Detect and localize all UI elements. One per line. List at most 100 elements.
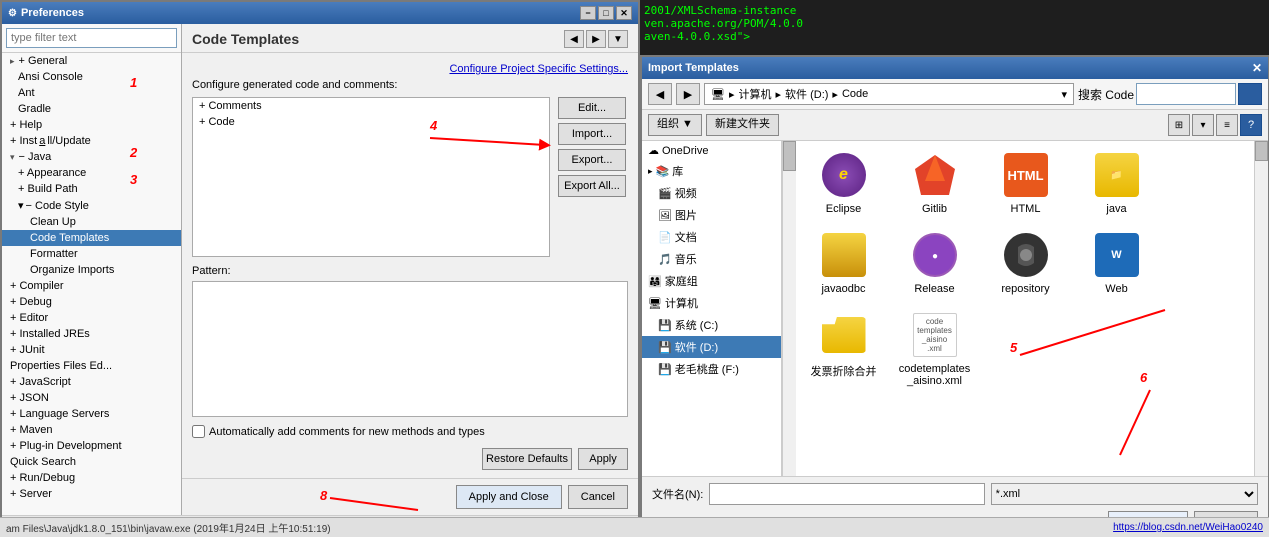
pattern-area[interactable] — [192, 281, 628, 417]
file-item-html[interactable]: HTML HTML — [988, 151, 1063, 215]
apply-button[interactable]: Apply — [578, 448, 628, 470]
details-view-button[interactable]: ≡ — [1216, 114, 1238, 136]
filetype-select[interactable]: *.xml — [991, 483, 1258, 505]
import-titlebar: Import Templates ✕ — [642, 57, 1268, 79]
tree-item-ant[interactable]: Ant — [2, 85, 181, 101]
file-item-java[interactable]: 📁 java — [1079, 151, 1154, 215]
tree-item-installed-jres[interactable]: + Installed JREs — [2, 326, 181, 342]
import-close-button[interactable]: ✕ — [1252, 61, 1262, 75]
tree-item-ansi[interactable]: Ansi Console — [2, 69, 181, 85]
tree-item-java[interactable]: ▾− Java — [2, 149, 181, 165]
expand-icon-code-style: ▾ — [18, 199, 24, 212]
file-item-invoice[interactable]: 发票折除合并 — [806, 311, 881, 387]
file-label-html: HTML — [1011, 203, 1041, 215]
tree-item-javascript[interactable]: + JavaScript — [2, 374, 181, 390]
tree-item-build-path[interactable]: + Build Path — [2, 181, 181, 197]
nav-back-button[interactable]: ◀ — [648, 83, 672, 105]
auto-check-input[interactable] — [192, 425, 205, 438]
folder-scrollbar[interactable] — [782, 141, 796, 476]
folder-doc[interactable]: 📄 文档 — [642, 226, 781, 248]
minimize-button[interactable]: − — [580, 6, 596, 20]
tree-item-appearance[interactable]: + Appearance — [2, 165, 181, 181]
forward-button[interactable]: ▶ — [586, 30, 606, 48]
tree-item-compiler[interactable]: + Compiler — [2, 278, 181, 294]
breadcrumb-bar: 🖥 ▸ 计算机 ▸ 软件 (D:) ▸ Code ▾ — [704, 83, 1074, 105]
tree-item-editor[interactable]: + Editor — [2, 310, 181, 326]
tree-item-server[interactable]: + Server — [2, 486, 181, 502]
search-button[interactable] — [1238, 83, 1262, 105]
tree-item-language-servers[interactable]: + Language Servers — [2, 406, 181, 422]
restore-defaults-button[interactable]: Restore Defaults — [482, 448, 572, 470]
tree-item-clean-up[interactable]: Clean Up — [2, 214, 181, 230]
import-body: ☁ OneDrive ▸📚 库 🎬 视频 🖼 图片 📄 文档 🎵 音乐 👨‍👩‍… — [642, 141, 1268, 476]
auto-check-label: Automatically add comments for new metho… — [209, 426, 485, 438]
tree-item-organize-imports[interactable]: Organize Imports — [2, 262, 181, 278]
tree-item-properties[interactable]: Properties Files Ed... — [2, 358, 181, 374]
tree-item-formatter[interactable]: Formatter — [2, 246, 181, 262]
tree-item-code-templates[interactable]: Code Templates — [2, 230, 181, 246]
file-item-gitlib[interactable]: Gitlib — [897, 151, 972, 215]
close-button[interactable]: ✕ — [616, 6, 632, 20]
folder-system-c[interactable]: 💾 系统 (C:) — [642, 314, 781, 336]
status-link[interactable]: https://blog.csdn.net/WeiHao0240 — [1113, 522, 1263, 533]
nav-menu-button[interactable]: ▼ — [608, 30, 628, 48]
tree-item-code-style[interactable]: ▾− Code Style — [2, 197, 181, 214]
file-item-xml[interactable]: codetemplates_aisino.xml codetemplates_a… — [897, 311, 972, 387]
folder-homegroup[interactable]: 👨‍👩‍👧 家庭组 — [642, 270, 781, 292]
export-all-button[interactable]: Export All... — [558, 175, 626, 197]
tree-item-quick-search[interactable]: Quick Search — [2, 454, 181, 470]
export-button[interactable]: Export... — [558, 149, 626, 171]
cancel-button[interactable]: Cancel — [568, 485, 628, 509]
tree-item-help[interactable]: + Help — [2, 117, 181, 133]
file-label-repository: repository — [1001, 283, 1049, 295]
templates-area: + Comments + Code Edit... Import... Expo… — [192, 97, 628, 257]
folder-usb-f[interactable]: 💾 老毛桃盘 (F:) — [642, 358, 781, 380]
template-item-code[interactable]: + Code — [193, 114, 549, 130]
file-item-eclipse[interactable]: e Eclipse — [806, 151, 881, 215]
folder-onedrive[interactable]: ☁ OneDrive — [642, 141, 781, 160]
tree-item-json[interactable]: + JSON — [2, 390, 181, 406]
import-button[interactable]: Import... — [558, 123, 626, 145]
tree-item-debug[interactable]: + Debug — [2, 294, 181, 310]
tree-item-run-debug[interactable]: + Run/Debug — [2, 470, 181, 486]
back-button[interactable]: ◀ — [564, 30, 584, 48]
new-folder-button[interactable]: 新建文件夹 — [706, 114, 779, 136]
dialog-help-button[interactable]: ? — [1240, 114, 1262, 136]
tree-item-general[interactable]: ▸+ General — [2, 53, 181, 69]
folder-video[interactable]: 🎬 视频 — [642, 182, 781, 204]
folder-lib[interactable]: ▸📚 库 — [642, 160, 781, 182]
folder-computer[interactable]: 🖥 计算机 — [642, 292, 781, 314]
file-item-javaodbc[interactable]: javaodbc — [806, 231, 881, 295]
edit-button[interactable]: Edit... — [558, 97, 626, 119]
folder-soft-d[interactable]: 💾 软件 (D:) — [642, 336, 781, 358]
file-item-web[interactable]: W Web — [1079, 231, 1154, 295]
content-title: Code Templates — [192, 31, 299, 47]
file-label-javaodbc: javaodbc — [821, 283, 865, 295]
preferences-icon: ⚙ — [8, 8, 17, 19]
file-item-release[interactable]: ● Release — [897, 231, 972, 295]
expand-code-icon: + — [199, 116, 205, 128]
grid-view-button[interactable]: ⊞ — [1168, 114, 1190, 136]
configure-project-link[interactable]: Configure Project Specific Settings... — [449, 63, 628, 75]
file-item-repository[interactable]: repository — [988, 231, 1063, 295]
preferences-titlebar: ⚙ Preferences − □ ✕ — [2, 2, 638, 24]
filter-input[interactable] — [6, 28, 177, 48]
tree-item-plugin-dev[interactable]: + Plug-in Development — [2, 438, 181, 454]
titlebar-buttons: − □ ✕ — [580, 6, 632, 20]
maximize-button[interactable]: □ — [598, 6, 614, 20]
view-dropdown-button[interactable]: ▾ — [1192, 114, 1214, 136]
nav-forward-button[interactable]: ▶ — [676, 83, 700, 105]
filename-input[interactable] — [709, 483, 984, 505]
apply-close-button[interactable]: Apply and Close — [456, 485, 562, 509]
organize-button[interactable]: 组织 ▼ — [648, 114, 702, 136]
template-buttons: Edit... Import... Export... Export All..… — [558, 97, 628, 257]
folder-music[interactable]: 🎵 音乐 — [642, 248, 781, 270]
tree-item-gradle[interactable]: Gradle — [2, 101, 181, 117]
tree-item-install[interactable]: + Install/Update — [2, 133, 181, 149]
grid-scrollbar[interactable] — [1254, 141, 1268, 476]
template-item-comments[interactable]: + Comments — [193, 98, 549, 114]
tree-item-maven[interactable]: + Maven — [2, 422, 181, 438]
search-input[interactable] — [1136, 83, 1236, 105]
tree-item-junit[interactable]: + JUnit — [2, 342, 181, 358]
folder-picture[interactable]: 🖼 图片 — [642, 204, 781, 226]
